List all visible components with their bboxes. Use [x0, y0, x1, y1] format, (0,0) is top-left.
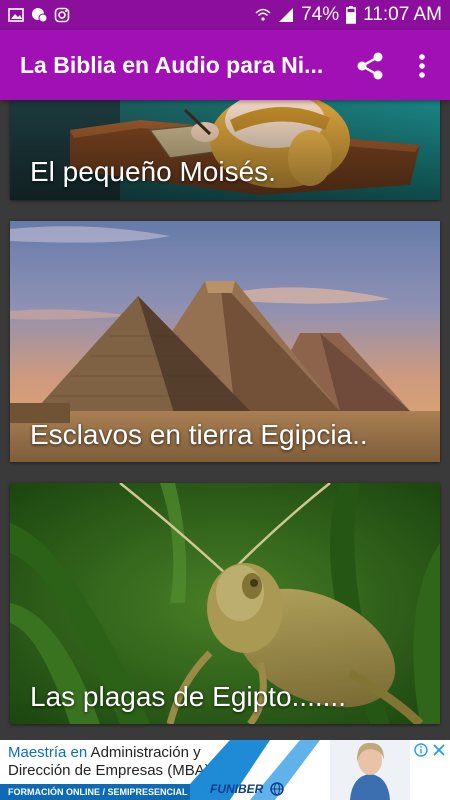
ad-subheadline[interactable]: Dirección de Empresas (MBA): [8, 762, 210, 779]
image-icon: [8, 8, 24, 22]
story-title: Esclavos en tierra Egipcia..: [30, 419, 368, 450]
info-icon[interactable]: [414, 743, 428, 757]
ad-headline[interactable]: Maestría en Administración y: [8, 744, 201, 761]
story-title: El pequeño Moisés.: [30, 156, 276, 187]
ad-footer: FORMACIÓN ONLINE / SEMIPRESENCIAL: [0, 784, 200, 800]
wifi-icon: [255, 8, 271, 21]
ad-headline-rest: Administración y: [87, 744, 201, 761]
signal-icon: [279, 8, 294, 22]
clock: 11:07 AM: [363, 4, 442, 25]
instagram-icon: [54, 7, 70, 23]
ad-brand-logo: FUNIBER: [210, 782, 264, 796]
story-title: Las plagas de Egipto.......: [30, 681, 346, 712]
battery-percent: 74%: [301, 4, 340, 25]
story-card-plagas[interactable]: Las plagas de Egipto.......: [10, 483, 440, 724]
globe-icon: [270, 782, 284, 796]
story-card-egipcia[interactable]: Esclavos en tierra Egipcia..: [10, 221, 440, 462]
ad-headline-highlight: Maestría en: [8, 744, 88, 761]
ad-banner[interactable]: Maestría en Administración y Dirección d…: [0, 740, 450, 800]
share-icon[interactable]: [354, 50, 386, 82]
battery-icon: [346, 6, 357, 24]
ad-person-photo: [330, 740, 410, 800]
app-bar: La Biblia en Audio para Ni...: [0, 30, 450, 100]
status-bar: 74% 11:07 AM: [0, 0, 450, 30]
story-list[interactable]: El pequeño Moisés. Esclavos en tierra Eg…: [0, 100, 450, 740]
chat-icon: [32, 8, 47, 23]
app-title: La Biblia en Audio para Ni...: [20, 52, 324, 78]
more-vert-icon[interactable]: [410, 50, 434, 82]
story-card-moises[interactable]: El pequeño Moisés.: [10, 100, 440, 200]
close-icon[interactable]: [432, 743, 446, 757]
